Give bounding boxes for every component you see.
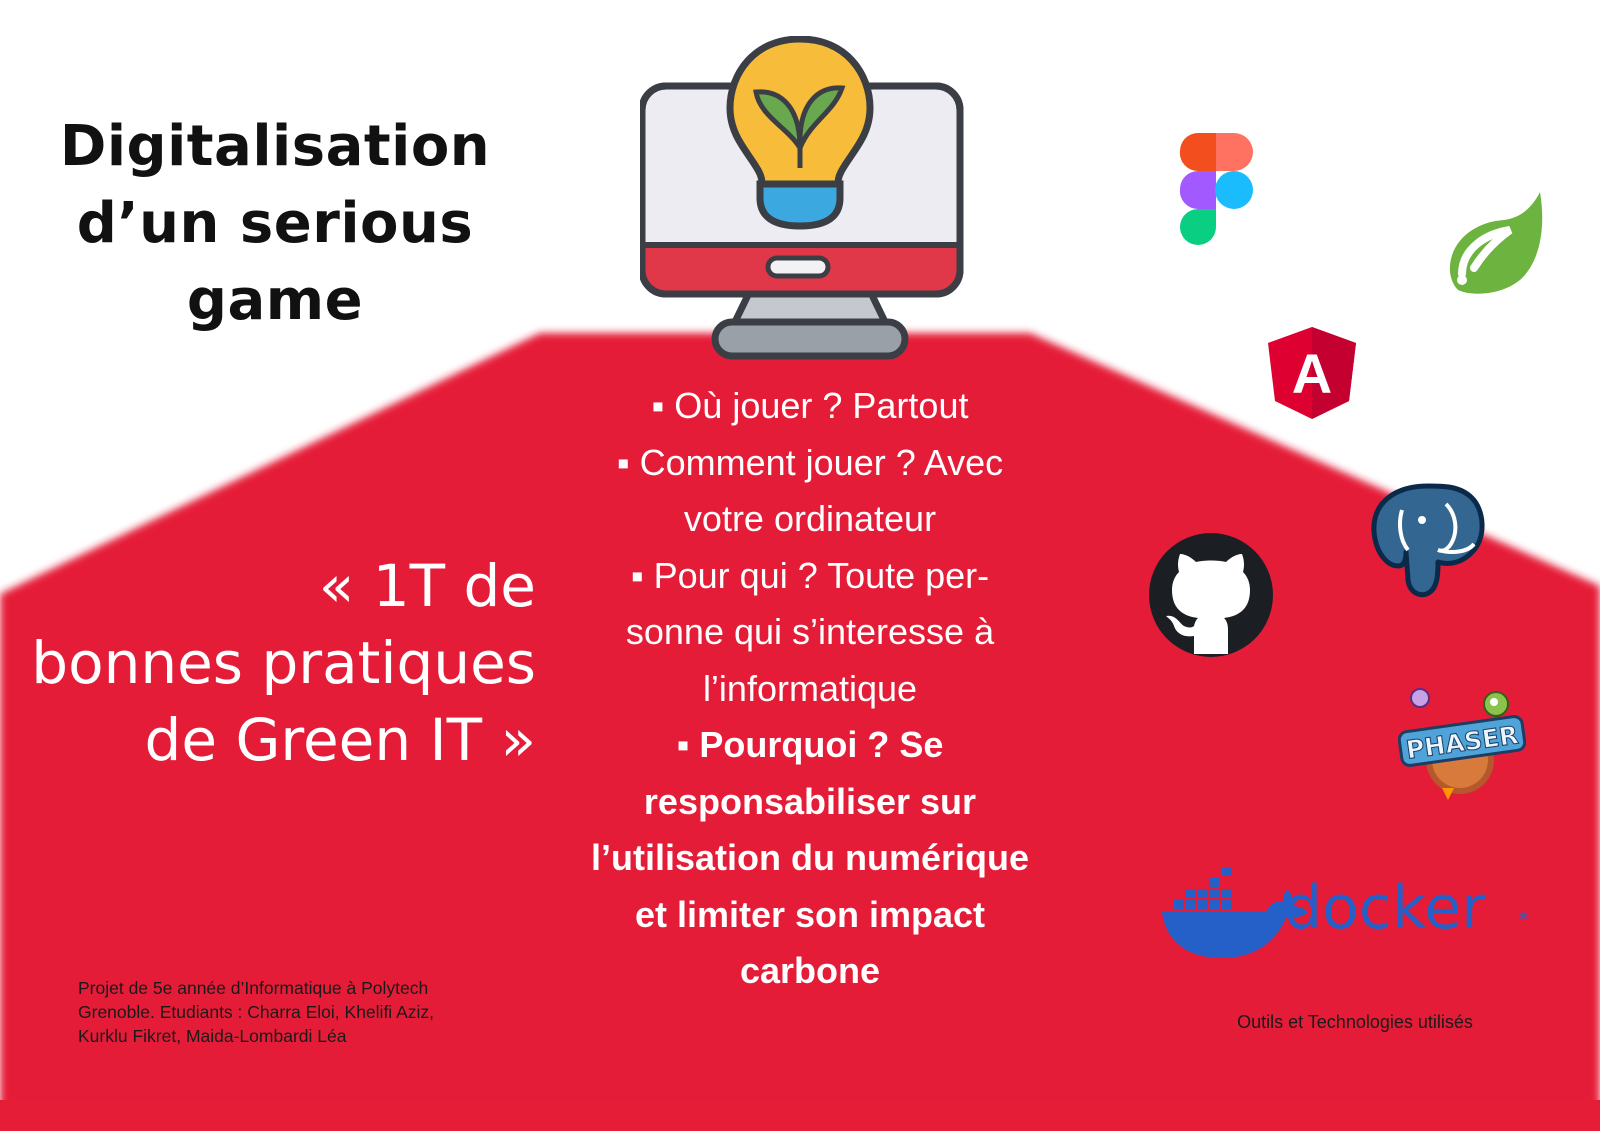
bullet-line: ▪ Pour qui ? Toute per- <box>630 554 990 596</box>
quote-line-2: bonnes pratiques <box>31 629 536 697</box>
docker-word: docker <box>1284 873 1486 943</box>
page-title: Digitalisation d’un serious game <box>40 108 510 339</box>
bullet-why: ▪ Pourquoi ? Se responsabiliser sur l’ut… <box>560 717 1060 1000</box>
bullet-line: et limiter son impact <box>634 893 986 935</box>
credits-line-2: Grenoble. Etudiants : Charra Eloi, Kheli… <box>78 1002 435 1022</box>
title-line-2: d’un serious <box>76 191 474 256</box>
project-credits: Projet de 5e année d’Informatique à Poly… <box>78 976 498 1048</box>
quote-line-1: « 1T de <box>318 552 536 620</box>
computer-lightbulb-icon <box>640 36 964 360</box>
info-bullets: ▪ Où jouer ? Partout ▪ Comment jouer ? A… <box>560 378 1060 1000</box>
quote-line-3: de Green IT » <box>144 706 536 774</box>
bullet-line: responsabiliser sur <box>643 780 977 822</box>
green-it-quote: « 1T de bonnes pratiques de Green IT » <box>0 548 536 779</box>
github-icon <box>1149 533 1273 657</box>
docker-registered-mark: ® <box>1518 910 1529 923</box>
phaser-icon: PHASER <box>1398 688 1526 800</box>
spring-icon <box>1449 192 1543 294</box>
credits-line-1: Projet de 5e année d’Informatique à Poly… <box>78 978 429 998</box>
title-line-3: game <box>186 268 364 333</box>
bullet-line: ▪ Comment jouer ? Avec <box>616 441 1004 483</box>
bullet-line: sonne qui s’interesse à <box>625 611 995 652</box>
docker-icon: docker ® <box>1162 868 1529 958</box>
bullet-line: carbone <box>739 950 881 991</box>
tools-caption: Outils et Technologies utilisés <box>1237 1012 1473 1032</box>
bullet-line: l’informatique <box>702 667 918 709</box>
bullet-line: ▪ Où jouer ? Partout <box>651 385 969 426</box>
poster: Digitalisation d’un serious game « 1T de… <box>0 0 1600 1131</box>
bullet-line: l’utilisation du numérique <box>590 837 1029 878</box>
bullet-line: votre ordinateur <box>683 498 937 539</box>
angular-icon: A <box>1268 327 1356 419</box>
bullet-for-whom: ▪ Pour qui ? Toute per- sonne qui s’inte… <box>560 548 1060 718</box>
bullet-where: ▪ Où jouer ? Partout <box>560 378 1060 435</box>
credits-line-3: Kurklu Fikret, Maida-Lombardi Léa <box>78 1026 347 1046</box>
title-line-1: Digitalisation <box>59 114 491 179</box>
figma-icon <box>1179 133 1253 245</box>
bullet-how: ▪ Comment jouer ? Avec votre ordinateur <box>560 435 1060 548</box>
bullet-line: ▪ Pourquoi ? Se <box>676 724 944 765</box>
postgresql-icon <box>1371 483 1485 598</box>
angular-letter: A <box>1292 342 1332 405</box>
